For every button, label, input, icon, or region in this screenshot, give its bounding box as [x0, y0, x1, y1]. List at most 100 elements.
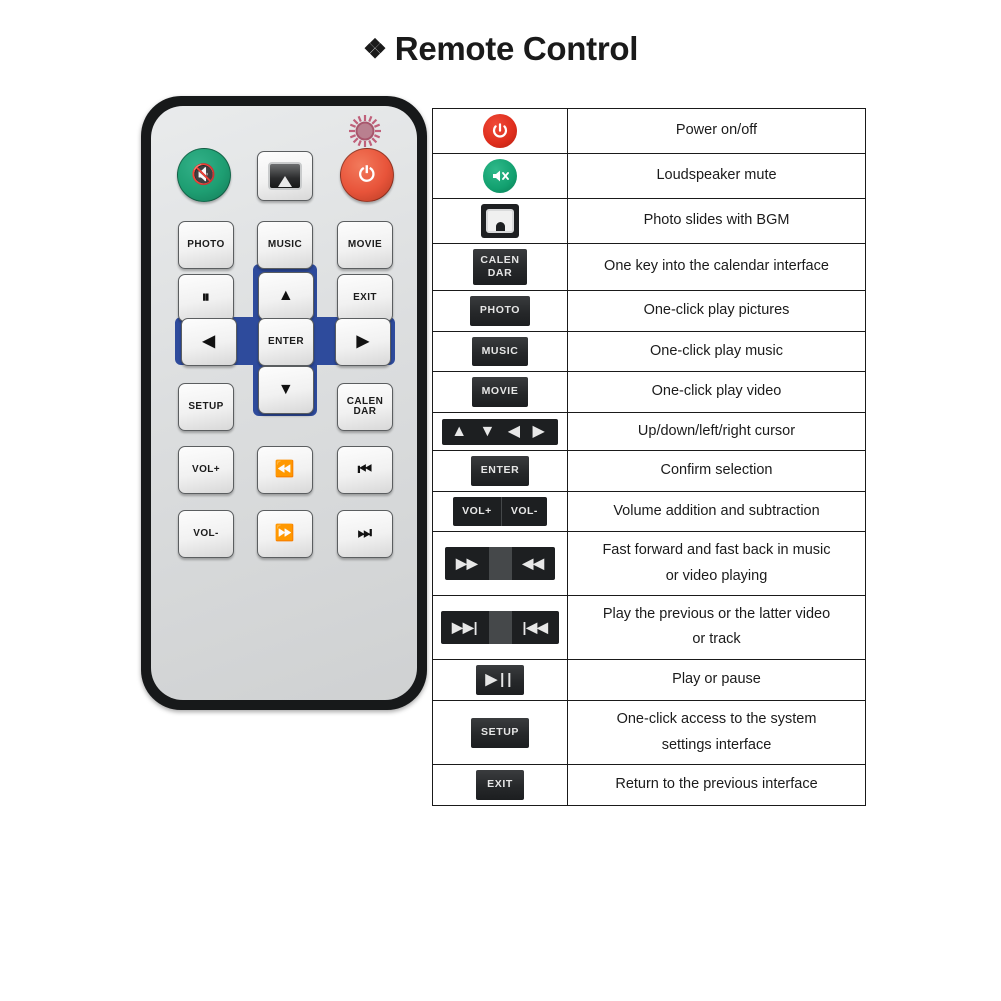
speaker-mute-icon	[483, 159, 517, 193]
table-row: ▶▶| |◀◀ Play the previous or the latter v…	[432, 595, 866, 660]
photo-key: PHOTO	[469, 296, 531, 326]
remote-button-label: SETUP	[188, 400, 224, 412]
remote-control-page: ❖ Remote Control 🔇 ⏻ PHOTO MUSIC MOVIE ⏸…	[0, 0, 1001, 1001]
table-row: VOL+ VOL- Volume addition and subtraction	[432, 490, 866, 533]
power-icon: ⏻	[358, 164, 376, 186]
page-title-text: Remote Control	[394, 30, 639, 67]
table-icon-cell	[432, 198, 568, 244]
table-icon-cell: SETUP	[432, 700, 568, 766]
remote-control-image: 🔇 ⏻ PHOTO MUSIC MOVIE ⏸ ▲ EXIT ◀ ENTER ▶…	[141, 96, 431, 726]
photo-slideshow-icon	[268, 162, 302, 190]
table-description-cell: One-click play music	[567, 330, 866, 373]
table-description-cell: Fast forward and fast back in music or vi…	[567, 531, 866, 597]
fast-forward-rewind-keys: ▶▶ ◀◀	[444, 547, 556, 581]
table-row: ENTER Confirm selection	[432, 450, 866, 492]
table-row: Photo slides with BGM	[432, 198, 866, 244]
remote-button-music[interactable]: MUSIC	[257, 221, 313, 269]
remote-button-label: CALEN DAR	[346, 395, 384, 417]
remote-button-prev-track[interactable]: ⏮	[337, 446, 393, 494]
table-description-cell: One key into the calendar interface	[567, 242, 866, 292]
enter-key: ENTER	[470, 456, 530, 486]
power-icon	[483, 114, 517, 148]
remote-button-exit[interactable]: EXIT	[337, 274, 393, 322]
table-icon-cell: ▶||	[432, 658, 568, 702]
calendar-key: CALEN DAR	[473, 249, 527, 286]
remote-button-rewind[interactable]: ⏪	[257, 446, 313, 494]
arrow-down-icon: ▼	[277, 381, 295, 398]
table-description-cell: Loudspeaker mute	[567, 153, 866, 199]
remote-button-next-track[interactable]: ⏭	[337, 510, 393, 558]
table-icon-cell: VOL+ VOL-	[432, 490, 568, 533]
table-description-cell: One-click access to the system settings i…	[567, 700, 866, 766]
remote-button-label: EXIT	[353, 291, 377, 303]
table-icon-cell: ▲ ▼ ◀ ▶	[432, 411, 568, 452]
table-icon-cell	[432, 153, 568, 199]
table-row: MOVIE One-click play video	[432, 371, 866, 413]
remote-button-mute[interactable]: 🔇	[177, 148, 231, 202]
music-key: MUSIC	[471, 336, 529, 367]
table-icon-cell: ▶▶| |◀◀	[432, 595, 568, 660]
remote-button-setup[interactable]: SETUP	[178, 383, 234, 431]
remote-button-left[interactable]: ◀	[181, 318, 237, 366]
remote-key-function-table: Power on/off Loudspeaker mute Photo slid…	[432, 108, 866, 806]
page-title: ❖ Remote Control	[0, 30, 1001, 68]
remote-button-vol-up[interactable]: VOL+	[178, 446, 234, 494]
table-description-cell: Play or pause	[567, 658, 866, 702]
remote-button-label: MOVIE	[347, 238, 383, 250]
table-icon-cell: PHOTO	[432, 290, 568, 332]
table-row: ▲ ▼ ◀ ▶ Up/down/left/right cursor	[432, 411, 866, 452]
rewind-icon: ⏪	[274, 461, 296, 478]
remote-button-photo-slide[interactable]	[257, 151, 313, 201]
table-icon-cell: MOVIE	[432, 371, 568, 413]
table-description-cell: Play the previous or the latter video or …	[567, 595, 866, 660]
exit-key: EXIT	[476, 770, 524, 800]
remote-button-up[interactable]: ▲	[258, 272, 314, 320]
remote-button-enter[interactable]: ENTER	[258, 318, 314, 366]
table-icon-cell: CALEN DAR	[432, 242, 568, 292]
remote-button-play-pause[interactable]: ⏸	[178, 274, 234, 322]
play-pause-key: ▶||	[475, 664, 525, 696]
table-row: Loudspeaker mute	[432, 153, 866, 199]
setup-key: SETUP	[470, 717, 529, 748]
table-description-cell: Power on/off	[567, 108, 866, 154]
next-prev-track-keys: ▶▶| |◀◀	[441, 610, 559, 645]
remote-button-photo[interactable]: PHOTO	[178, 221, 234, 269]
next-track-icon: ⏭	[357, 525, 373, 542]
table-row: EXIT Return to the previous interface	[432, 764, 866, 806]
volume-keys: VOL+ VOL-	[453, 496, 547, 527]
table-row: PHOTO One-click play pictures	[432, 290, 866, 332]
table-row: Power on/off	[432, 108, 866, 154]
remote-button-vol-down[interactable]: VOL-	[178, 510, 234, 558]
table-icon-cell: EXIT	[432, 764, 568, 806]
table-row: SETUP One-click access to the system sett…	[432, 700, 866, 766]
remote-button-label: VOL+	[192, 463, 220, 475]
remote-button-label: VOL-	[193, 527, 219, 539]
table-description-cell: Up/down/left/right cursor	[567, 411, 866, 452]
remote-shell: 🔇 ⏻ PHOTO MUSIC MOVIE ⏸ ▲ EXIT ◀ ENTER ▶…	[141, 96, 427, 710]
remote-button-fast-forward[interactable]: ⏩	[257, 510, 313, 558]
table-description-cell: One-click play pictures	[567, 290, 866, 332]
remote-button-power[interactable]: ⏻	[340, 148, 394, 202]
remote-button-label: PHOTO	[187, 238, 225, 250]
diamond-bullet-icon: ❖	[362, 34, 387, 64]
remote-button-movie[interactable]: MOVIE	[337, 221, 393, 269]
photo-slideshow-icon	[481, 204, 519, 238]
remote-button-right[interactable]: ▶	[335, 318, 391, 366]
table-row: CALEN DAR One key into the calendar inter…	[432, 242, 866, 292]
table-row: ▶▶ ◀◀ Fast forward and fast back in music…	[432, 531, 866, 597]
remote-button-down[interactable]: ▼	[258, 366, 314, 414]
cursor-arrows-icon: ▲ ▼ ◀ ▶	[442, 418, 558, 445]
table-icon-cell: MUSIC	[432, 330, 568, 373]
table-icon-cell: ▶▶ ◀◀	[432, 531, 568, 597]
remote-button-label: ENTER	[268, 335, 304, 347]
previous-track-icon: ⏮	[357, 461, 373, 478]
table-description-cell: One-click play video	[567, 371, 866, 413]
arrow-left-icon: ◀	[202, 333, 216, 350]
speaker-mute-icon: 🔇	[191, 164, 217, 186]
arrow-right-icon: ▶	[356, 333, 370, 350]
table-description-cell: Volume addition and subtraction	[567, 490, 866, 533]
table-description-cell: Photo slides with BGM	[567, 198, 866, 244]
table-description-cell: Return to the previous interface	[567, 764, 866, 806]
arrow-up-icon: ▲	[277, 287, 295, 304]
remote-button-calendar[interactable]: CALEN DAR	[337, 383, 393, 431]
